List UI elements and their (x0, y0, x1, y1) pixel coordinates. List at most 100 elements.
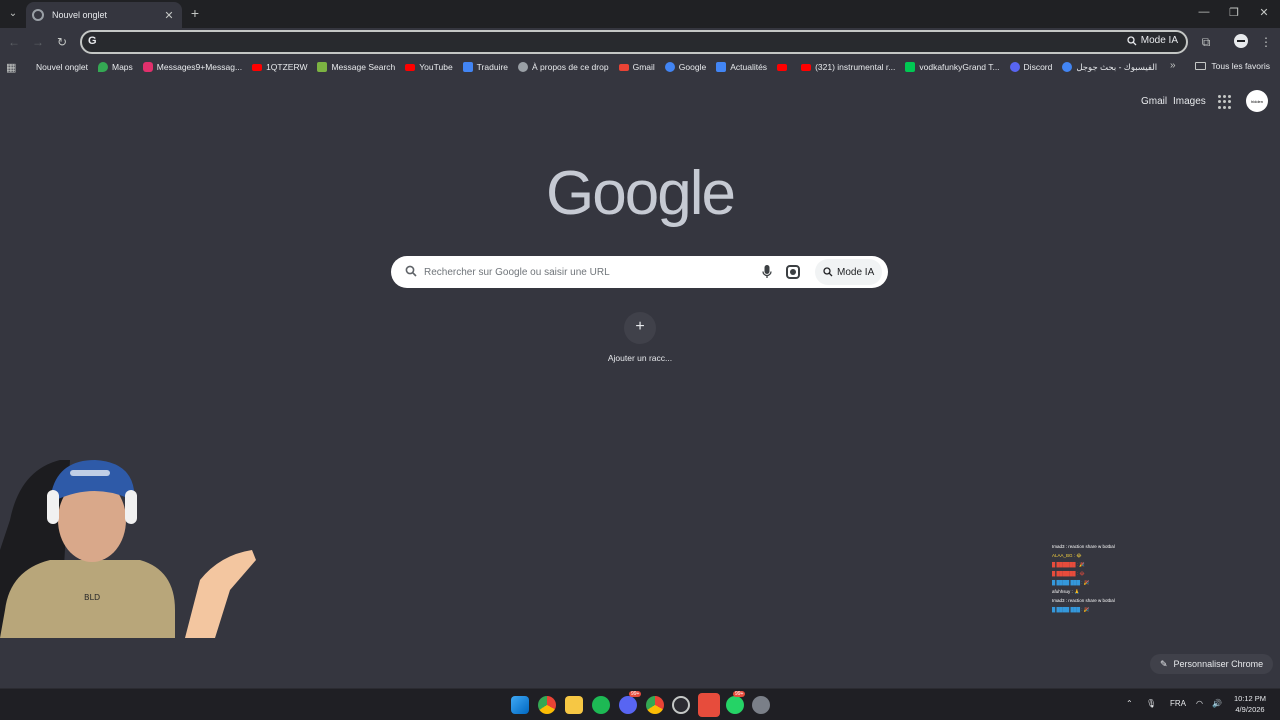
discord-badge: 99+ (629, 691, 642, 697)
windows-taskbar: 99+ 99+ ⌃ 🎙 FRA ◠ 🔊 10:12 PM 4/9/2026 (0, 688, 1280, 720)
search-spark-icon (1127, 35, 1137, 45)
toolbar: ← → ↻ G Mode IA ⧉ ⋮ (0, 28, 1280, 56)
bookmark-item[interactable]: Traduire (462, 62, 508, 72)
more-bookmarks-icon[interactable]: » (1170, 60, 1176, 71)
bookmark-item[interactable]: Discord (1009, 62, 1052, 72)
profile-icon[interactable] (1234, 34, 1248, 48)
omnibox-mode-ia-button[interactable]: Mode IA (1127, 35, 1178, 46)
discord-icon (1009, 62, 1020, 72)
youtube-icon (801, 63, 812, 71)
youtube-icon (405, 63, 416, 71)
system-clock[interactable]: 10:12 PM 4/9/2026 (1228, 693, 1272, 715)
settings-gear-icon[interactable] (752, 696, 770, 714)
bookmark-item[interactable]: الفيسبوك - بحث جوجل (1062, 62, 1157, 73)
search-icon (405, 265, 417, 277)
bookmark-item[interactable]: 1QTZERW (252, 62, 307, 72)
file-explorer-icon[interactable] (565, 696, 583, 714)
forward-button[interactable]: → (30, 34, 46, 50)
google-lens-icon[interactable] (786, 265, 800, 279)
chat-message: █ ████ ███ : 🎉 (1052, 580, 1090, 585)
chat-message: afuhhsuy : 🙏 (1052, 589, 1080, 594)
chart-icon (317, 62, 328, 72)
wifi-icon[interactable]: ◠ (1196, 699, 1203, 708)
back-button[interactable]: ← (6, 34, 22, 50)
bookmark-item[interactable]: À propos de ce drop (518, 62, 609, 72)
clock-time: 10:12 PM (1233, 694, 1267, 703)
search-box[interactable]: Mode IA (391, 256, 888, 288)
streamer-video-image: BLD (0, 460, 256, 638)
discord-taskbar-icon[interactable] (619, 696, 637, 714)
all-favorites-button[interactable]: Tous les favoris (1195, 61, 1270, 71)
search-mode-label: Mode IA (837, 266, 875, 278)
stream-chat-overlay: Imad3 : reaction share w botbal ALAA_BG … (1052, 542, 1142, 614)
tab-title: Nouvel onglet (52, 10, 108, 20)
bookmark-item[interactable] (777, 63, 791, 71)
bookmark-item[interactable]: Maps (97, 62, 133, 72)
folder-icon (1195, 62, 1207, 70)
youtube-icon (252, 63, 263, 71)
whatsapp-badge: 99+ (733, 691, 746, 697)
obs-icon[interactable] (672, 696, 690, 714)
search-spark-icon (823, 267, 833, 277)
kick-icon (905, 62, 916, 72)
pencil-icon: ✎ (1160, 658, 1168, 669)
minimize-button[interactable]: — (1196, 6, 1212, 18)
bookmark-item[interactable]: Actualités (716, 62, 767, 72)
bookmark-item[interactable]: Nouvel onglet (36, 62, 88, 72)
menu-icon[interactable]: ⋮ (1258, 34, 1274, 50)
google-icon (1062, 62, 1073, 72)
globe-icon (518, 62, 529, 72)
language-indicator[interactable]: FRA (1170, 699, 1186, 708)
address-input[interactable] (106, 34, 1106, 50)
add-shortcut-button[interactable]: + (624, 312, 656, 344)
bookmark-item[interactable]: Gmail (618, 62, 655, 72)
new-tab-button[interactable]: + (188, 5, 202, 21)
apps-grid-icon[interactable]: ▦ (6, 61, 20, 74)
chat-message: Imad3 : reaction share w botbal (1052, 598, 1115, 603)
google-apps-icon[interactable] (1218, 95, 1232, 109)
address-bar[interactable]: G Mode IA (80, 30, 1188, 54)
add-shortcut-label[interactable]: Ajouter un racc... (590, 353, 690, 363)
images-link[interactable]: Images (1173, 96, 1206, 107)
whatsapp-icon[interactable] (726, 696, 744, 714)
account-avatar[interactable]: hidden (1246, 90, 1268, 112)
chat-message: Imad3 : reaction share w botbal (1052, 544, 1115, 549)
reload-button[interactable]: ↻ (54, 34, 70, 50)
bookmark-item[interactable]: (321) instrumental r... (801, 62, 895, 72)
chrome-profile-taskbar-icon[interactable] (646, 696, 664, 714)
extensions-icon[interactable]: ⧉ (1198, 34, 1214, 50)
customize-label: Personnaliser Chrome (1173, 659, 1264, 669)
chrome-taskbar-icon[interactable] (538, 696, 556, 714)
search-mode-ia-button[interactable]: Mode IA (815, 259, 883, 285)
bookmark-item[interactable]: vodkafunkyGrand T... (905, 62, 1000, 72)
bookmark-item[interactable]: Messages9+Messag... (142, 62, 242, 72)
restore-button[interactable]: ❐ (1226, 6, 1242, 19)
tab-search-button[interactable]: ⌄ (4, 4, 22, 22)
volume-icon[interactable]: 🔊 (1212, 699, 1222, 708)
tray-microphone-icon[interactable]: 🎙 (1146, 699, 1156, 708)
google-g-icon: G (88, 35, 97, 47)
bookmark-item[interactable]: Message Search (317, 62, 395, 72)
translate-icon (462, 62, 473, 72)
instagram-icon (142, 62, 153, 72)
chat-message: █ ████ ███ : 🎉 (1052, 607, 1090, 612)
tab-new-tab[interactable]: Nouvel onglet ✕ (26, 2, 182, 28)
gmail-icon (618, 63, 629, 71)
webcam-overlay: BLD (0, 460, 256, 638)
bookmark-item[interactable]: YouTube (405, 62, 453, 72)
customize-chrome-button[interactable]: ✎ Personnaliser Chrome (1150, 654, 1274, 674)
google-icon (664, 62, 675, 72)
telegram-taskbar-icon[interactable] (698, 693, 720, 717)
close-window-button[interactable]: ✕ (1256, 6, 1272, 19)
windows-start-icon[interactable] (511, 696, 529, 714)
chrome-icon (32, 9, 44, 21)
shirt-logo: BLD (84, 593, 100, 602)
chat-message: ALAA_BG : 😂 (1052, 553, 1082, 558)
tray-chevron-icon[interactable]: ⌃ (1126, 699, 1133, 708)
search-input[interactable] (424, 264, 754, 280)
gmail-link[interactable]: Gmail (1141, 96, 1167, 107)
spotify-icon[interactable] (592, 696, 610, 714)
bookmark-item[interactable]: Google (664, 62, 706, 72)
close-tab-icon[interactable]: ✕ (162, 9, 176, 22)
microphone-icon[interactable] (761, 264, 773, 280)
